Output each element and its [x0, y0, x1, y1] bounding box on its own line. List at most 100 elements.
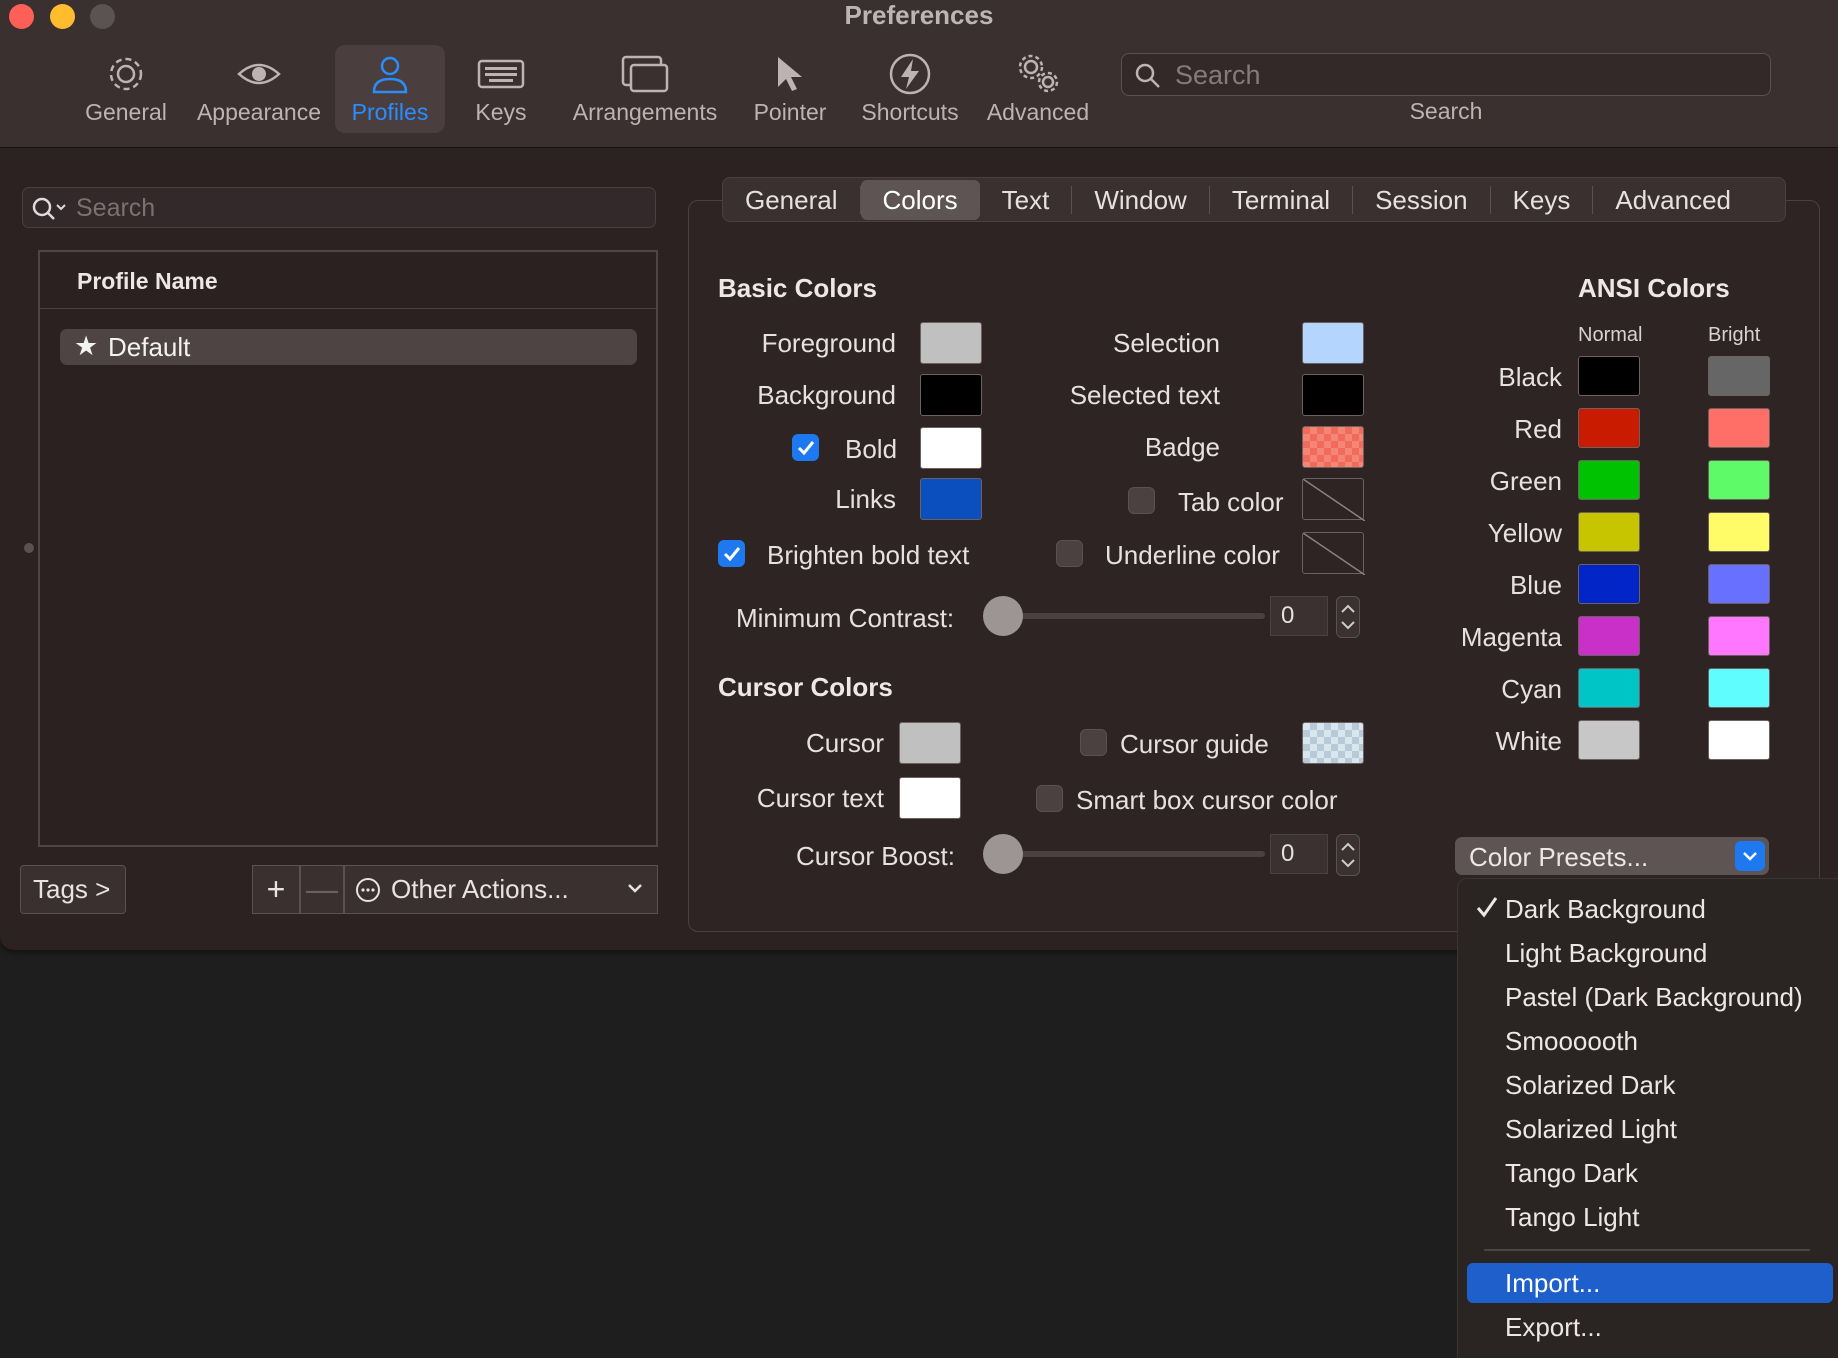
remove-profile-button[interactable]: —	[300, 865, 344, 914]
preferences-window: Preferences General Appearance Profiles …	[0, 0, 1838, 950]
tab-keys[interactable]: Keys	[1491, 180, 1593, 220]
menu-item-tango-light[interactable]: Tango Light	[1458, 1197, 1838, 1237]
ansi-bright-swatch[interactable]	[1708, 408, 1770, 448]
tab-colors[interactable]: Colors	[860, 179, 980, 220]
menu-item-pastel-dark[interactable]: Pastel (Dark Background)	[1458, 977, 1838, 1017]
windows-icon	[621, 55, 669, 93]
color-presets-label: Color Presets...	[1469, 842, 1649, 872]
ansi-normal-swatch[interactable]	[1578, 668, 1640, 708]
toolbar-arrangements[interactable]: Arrangements	[570, 45, 720, 133]
underline-color-swatch[interactable]	[1302, 532, 1365, 575]
brighten-bold-checkbox[interactable]	[718, 540, 745, 567]
ansi-normal-swatch[interactable]	[1578, 408, 1640, 448]
toolbar-advanced-label: Advanced	[986, 99, 1090, 125]
bold-swatch[interactable]	[920, 427, 982, 469]
tab-color-label: Tab color	[1178, 487, 1284, 517]
badge-swatch[interactable]	[1302, 426, 1364, 468]
min-contrast-knob[interactable]	[983, 596, 1023, 636]
ellipsis-circle-icon	[356, 877, 380, 902]
tab-advanced[interactable]: Advanced	[1593, 180, 1753, 220]
selected-text-label: Selected text	[1069, 380, 1220, 410]
cursor-boost-field[interactable]: 0	[1270, 834, 1328, 874]
menu-item-import[interactable]: Import...	[1467, 1263, 1833, 1303]
tab-session[interactable]: Session	[1353, 180, 1490, 220]
toolbar-search-input[interactable]: Search	[1121, 53, 1771, 96]
ansi-normal-swatch[interactable]	[1578, 616, 1640, 656]
smart-box-checkbox[interactable]	[1036, 785, 1063, 812]
search-icon	[32, 197, 66, 220]
ansi-row-label: Black	[1498, 362, 1562, 392]
menu-item-label: Solarized Light	[1505, 1114, 1677, 1144]
ansi-bright-swatch[interactable]	[1708, 460, 1770, 500]
underline-color-checkbox[interactable]	[1056, 540, 1083, 567]
tab-general[interactable]: General	[723, 180, 860, 220]
ansi-normal-swatch[interactable]	[1578, 460, 1640, 500]
tab-color-swatch[interactable]	[1302, 478, 1365, 521]
ansi-normal-swatch[interactable]	[1578, 720, 1640, 760]
cursor-text-swatch[interactable]	[899, 777, 961, 819]
tags-button[interactable]: Tags >	[20, 865, 126, 914]
toolbar-general[interactable]: General	[83, 45, 169, 133]
toolbar-profiles[interactable]: Profiles	[335, 45, 445, 133]
ansi-bright-swatch[interactable]	[1708, 512, 1770, 552]
foreground-swatch[interactable]	[920, 322, 982, 364]
toolbar-pointer[interactable]: Pointer	[750, 45, 830, 133]
menu-item-tango-dark[interactable]: Tango Dark	[1458, 1153, 1838, 1193]
tab-window[interactable]: Window	[1072, 180, 1208, 220]
profile-search-input[interactable]: Search	[22, 187, 656, 228]
ansi-bright-swatch[interactable]	[1708, 564, 1770, 604]
split-handle[interactable]	[24, 543, 34, 553]
ansi-row-label: Cyan	[1501, 674, 1562, 704]
links-swatch[interactable]	[920, 478, 982, 520]
ansi-bright-swatch[interactable]	[1708, 720, 1770, 760]
background-label: Background	[757, 380, 896, 410]
toolbar-shortcuts[interactable]: Shortcuts	[856, 45, 964, 133]
ansi-normal-swatch[interactable]	[1578, 512, 1640, 552]
menu-item-solarized-light[interactable]: Solarized Light	[1458, 1109, 1838, 1149]
cursor-guide-swatch[interactable]	[1302, 722, 1364, 764]
cursor-swatch[interactable]	[899, 722, 961, 764]
selected-text-swatch[interactable]	[1302, 374, 1364, 416]
keyboard-icon	[477, 59, 525, 89]
ansi-bright-swatch[interactable]	[1708, 616, 1770, 656]
toolbar-keys[interactable]: Keys	[470, 45, 532, 133]
window-title: Preferences	[844, 0, 994, 30]
titlebar: Preferences General Appearance Profiles …	[0, 0, 1838, 148]
min-contrast-slider[interactable]	[1003, 613, 1265, 619]
toolbar-advanced[interactable]: Advanced	[984, 45, 1092, 133]
min-contrast-stepper[interactable]	[1336, 596, 1360, 638]
cursor-boost-slider[interactable]	[1003, 851, 1265, 857]
no-color-icon	[1303, 479, 1365, 521]
add-profile-button[interactable]: +	[252, 865, 300, 914]
menu-item-light-background[interactable]: Light Background	[1458, 933, 1838, 973]
min-contrast-field[interactable]: 0	[1270, 596, 1328, 636]
color-presets-button[interactable]: Color Presets...	[1455, 837, 1769, 875]
cursor-boost-stepper[interactable]	[1336, 834, 1360, 876]
profile-table-header[interactable]: Profile Name	[40, 252, 656, 309]
ansi-normal-swatch[interactable]	[1578, 356, 1640, 396]
menu-item-smooth[interactable]: Smoooooth	[1458, 1021, 1838, 1061]
toolbar-arrangements-label: Arrangements	[572, 99, 718, 125]
background-swatch[interactable]	[920, 374, 982, 416]
links-label: Links	[835, 484, 896, 514]
ansi-bright-swatch[interactable]	[1708, 356, 1770, 396]
tab-terminal[interactable]: Terminal	[1210, 180, 1352, 220]
ansi-bright-swatch[interactable]	[1708, 668, 1770, 708]
other-actions-button[interactable]: Other Actions...	[344, 865, 658, 914]
cursor-boost-knob[interactable]	[983, 834, 1023, 874]
tab-text[interactable]: Text	[980, 180, 1072, 220]
cursor-guide-checkbox[interactable]	[1080, 729, 1107, 756]
menu-item-export[interactable]: Export...	[1458, 1307, 1838, 1347]
pointer-icon	[778, 57, 802, 91]
ansi-normal-swatch[interactable]	[1578, 564, 1640, 604]
menu-item-solarized-dark[interactable]: Solarized Dark	[1458, 1065, 1838, 1105]
toolbar-appearance[interactable]: Appearance	[194, 45, 324, 133]
selection-swatch[interactable]	[1302, 322, 1364, 364]
menu-separator	[1484, 1249, 1810, 1251]
menu-item-dark-background[interactable]: Dark Background	[1458, 889, 1838, 929]
selection-label: Selection	[1113, 328, 1220, 358]
bold-checkbox[interactable]	[792, 434, 819, 461]
table-row[interactable]: ★ Default	[60, 329, 637, 365]
tab-color-checkbox[interactable]	[1128, 487, 1155, 514]
menu-item-label: Dark Background	[1505, 894, 1706, 924]
